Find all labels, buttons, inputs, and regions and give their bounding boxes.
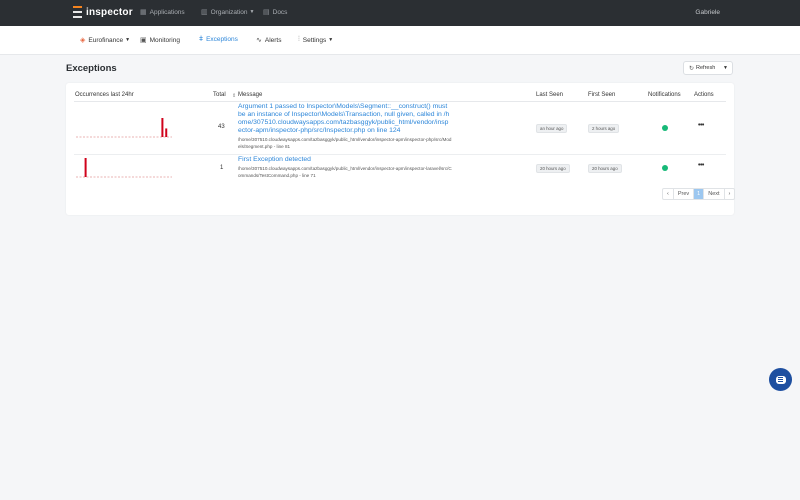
brand[interactable]: inspector [73, 6, 133, 18]
grid-icon: ▦ [140, 9, 147, 16]
last-seen-badge: 20 hours ago [536, 164, 570, 173]
nav-organization-label: Organization [210, 8, 248, 16]
sparkline-bar [161, 118, 164, 137]
subnav-alerts-label: Alerts [264, 36, 282, 44]
subnav-alerts[interactable]: ∿ Alerts [256, 36, 282, 45]
brand-name: inspector [86, 6, 133, 18]
notification-status-dot[interactable] [662, 165, 668, 171]
subnav-settings[interactable]: ⫶ Settings ▼ [298, 36, 333, 44]
exception-path: /home/307510.cloudwaysapps.com/tazbasggy… [238, 166, 452, 178]
chevron-down-icon: ▼ [125, 37, 131, 43]
sparkline-bar [165, 128, 168, 137]
page-title: Exceptions [66, 63, 117, 74]
subnav-settings-label: Settings [302, 36, 327, 44]
header-divider [74, 101, 726, 102]
sort-icon[interactable]: ⇕ [232, 93, 236, 99]
row-actions-menu[interactable]: ••• [698, 122, 704, 129]
column-header-first-seen: First Seen [588, 92, 616, 98]
column-header-total[interactable]: Total [213, 92, 226, 98]
bug-icon: ǂ [199, 36, 204, 43]
subnav-monitoring-label: Monitoring [149, 36, 180, 44]
top-navbar: inspector ▦ Applications ▥ Organization … [0, 0, 800, 26]
app-subnav: ◈ Eurofinance ▼ ▣ Monitoring ǂ Exception… [0, 26, 800, 55]
chat-icon [775, 375, 786, 384]
pagination-prev[interactable]: Prev [674, 189, 695, 199]
row-total: 1 [220, 165, 224, 171]
chevron-down-icon[interactable]: ▼ [723, 65, 728, 71]
subnav-monitoring[interactable]: ▣ Monitoring [140, 36, 180, 45]
subnav-exceptions[interactable]: ǂ Exceptions [199, 36, 238, 43]
pagination-first-icon[interactable]: ‹ [663, 189, 674, 199]
pagination-current-page[interactable]: 1 [694, 189, 705, 199]
first-seen-badge: 2 hours ago [588, 124, 620, 133]
exception-message-link[interactable]: First Exception detected [238, 156, 452, 164]
exception-message-link[interactable]: Argument 1 passed to Inspector\Models\Se… [238, 103, 452, 135]
row-actions-menu[interactable]: ••• [698, 162, 704, 169]
sliders-icon: ⫶ [298, 36, 300, 43]
column-header-message: Message [238, 92, 263, 98]
row-divider [74, 154, 726, 155]
row-total: 43 [218, 124, 225, 130]
pagination-next[interactable]: Next [704, 189, 725, 199]
first-seen-badge: 20 hours ago [588, 164, 622, 173]
pagination-last-icon[interactable]: › [725, 189, 735, 199]
nav-applications-label: Applications [149, 8, 185, 16]
exceptions-card: Occurrences last 24hr Total ⇕ Message La… [66, 83, 736, 215]
table-row[interactable]: Argument 1 passed to Inspector\Models\Se… [238, 103, 452, 150]
subnav-app-label: Eurofinance [88, 36, 124, 44]
chat-widget-button[interactable] [769, 368, 792, 391]
chevron-down-icon: ▼ [249, 9, 255, 15]
table-row[interactable]: First Exception detected /home/307510.cl… [238, 156, 452, 179]
book-icon: ▤ [263, 9, 270, 16]
refresh-label: Refresh [696, 65, 716, 71]
column-header-last-seen: Last Seen [536, 92, 564, 98]
occurrences-sparkline [76, 158, 172, 178]
app-icon: ◈ [80, 37, 86, 44]
nav-docs-label: Docs [272, 8, 288, 16]
chevron-down-icon: ▼ [328, 37, 334, 43]
pagination: ‹ Prev 1 Next › [662, 188, 736, 200]
subnav-exceptions-label: Exceptions [206, 36, 238, 43]
nav-applications[interactable]: ▦ Applications [140, 8, 185, 17]
column-header-notifications: Notifications [648, 92, 681, 98]
notification-status-dot[interactable] [662, 125, 668, 131]
pulse-icon: ∿ [256, 37, 262, 44]
building-icon: ▥ [201, 9, 208, 16]
subnav-app-selector[interactable]: ◈ Eurofinance ▼ [80, 36, 131, 45]
refresh-icon: ↻ [689, 65, 695, 72]
refresh-button[interactable]: ↻ Refresh ▼ [683, 61, 733, 75]
occurrences-sparkline [76, 118, 172, 138]
user-menu[interactable]: Gabriele [695, 9, 720, 16]
nav-organization[interactable]: ▥ Organization ▼ [201, 8, 255, 17]
last-seen-badge: an hour ago [536, 124, 568, 133]
nav-docs[interactable]: ▤ Docs [263, 8, 288, 17]
column-header-actions: Actions [694, 92, 714, 98]
monitor-icon: ▣ [140, 37, 147, 44]
column-header-occurrences: Occurrences last 24hr [75, 92, 134, 98]
sparkline-bar [84, 158, 87, 177]
exception-path: /home/307510.cloudwaysapps.com/tazbasggy… [238, 137, 452, 149]
inspector-logo-icon [73, 6, 82, 18]
